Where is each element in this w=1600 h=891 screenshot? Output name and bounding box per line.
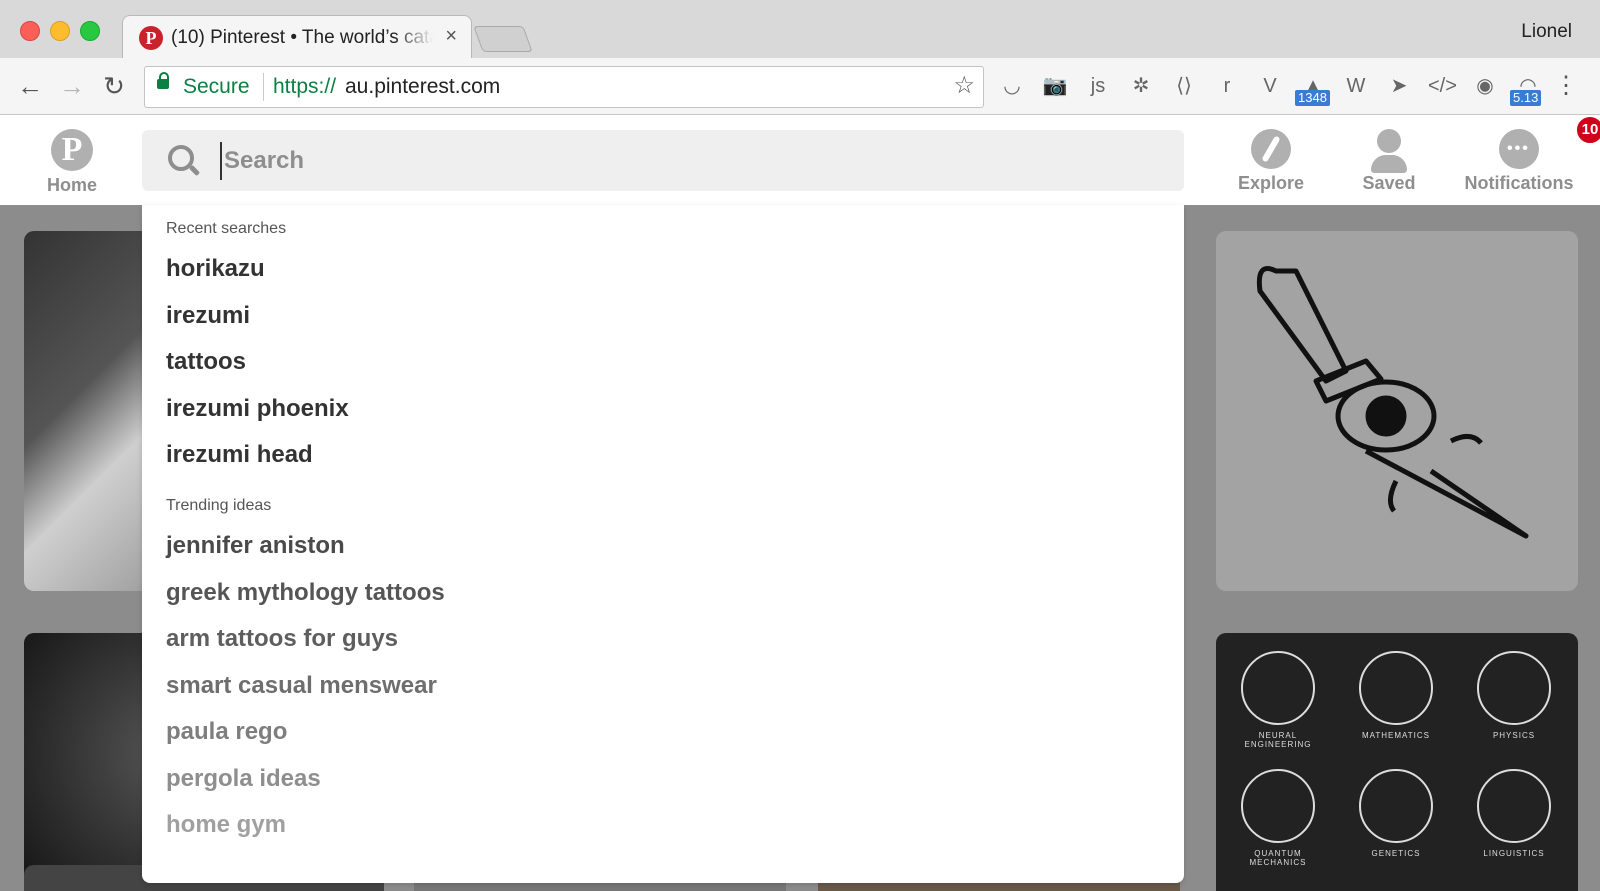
science-tile-label: NEURAL ENGINEERING xyxy=(1244,731,1312,749)
pin-science-icons-image[interactable]: NEURAL ENGINEERING MATHEMATICS PHYSICS Q… xyxy=(1216,633,1578,891)
trending-idea-item[interactable]: jennifer aniston xyxy=(166,532,345,560)
browser-menu-icon[interactable]: ⋮ xyxy=(1554,72,1578,100)
recent-search-item[interactable]: irezumi xyxy=(166,302,250,330)
code-doc-icon[interactable]: ⟨⟩ xyxy=(1170,72,1198,100)
saved-nav-button[interactable]: Saved xyxy=(1346,129,1432,194)
pocket-icon[interactable]: ◡ xyxy=(998,72,1026,100)
science-tile: QUANTUM MECHANICS xyxy=(1226,769,1330,867)
recent-search-item[interactable]: horikazu xyxy=(166,255,265,283)
recent-search-item[interactable]: irezumi head xyxy=(166,441,313,469)
speed-extension-icon[interactable]: ◠ 5.13 xyxy=(1510,72,1542,106)
science-tile: PHYSICS xyxy=(1462,651,1566,740)
recent-search-item[interactable]: irezumi phoenix xyxy=(166,395,349,423)
address-bar[interactable]: Secure https:// au.pinterest.com ☆ xyxy=(144,66,984,108)
v-extension-icon[interactable]: V xyxy=(1256,72,1284,100)
search-bar[interactable] xyxy=(142,130,1184,191)
code-extension-icon[interactable]: </> xyxy=(1428,72,1457,100)
science-tile: GENETICS xyxy=(1344,769,1448,858)
js-extension-icon[interactable]: js xyxy=(1084,72,1112,100)
pinterest-logo-icon: P xyxy=(51,129,93,171)
science-tile-label: GENETICS xyxy=(1371,849,1421,858)
pinterest-favicon-icon: P xyxy=(139,26,163,50)
explore-nav-button[interactable]: Explore xyxy=(1222,129,1320,194)
trending-idea-item[interactable]: pergola ideas xyxy=(166,765,321,793)
extension-badge: 5.13 xyxy=(1510,90,1542,106)
reload-icon[interactable]: ↻ xyxy=(98,70,130,102)
home-nav-button[interactable]: P Home xyxy=(44,129,100,196)
counter-extension-icon[interactable]: ▲ 1348 xyxy=(1295,72,1330,106)
notification-count-badge: 10 xyxy=(1575,115,1600,145)
trending-idea-item[interactable]: home gym xyxy=(166,811,286,839)
shield-extension-icon[interactable]: ◉ xyxy=(1471,72,1499,100)
search-input[interactable] xyxy=(220,142,1166,180)
lock-icon xyxy=(157,72,169,89)
new-tab-button[interactable] xyxy=(473,26,533,52)
science-tile: NEURAL ENGINEERING xyxy=(1226,651,1330,749)
profile-name[interactable]: Lionel xyxy=(1521,21,1572,43)
tab-close-icon[interactable]: × xyxy=(445,25,457,48)
back-arrow-icon[interactable]: ← xyxy=(14,70,46,102)
window-close-button[interactable] xyxy=(20,21,40,41)
search-icon xyxy=(168,145,194,171)
w-extension-icon[interactable]: W xyxy=(1342,72,1370,100)
browser-tab-pinterest[interactable]: P (10) Pinterest • The world’s catalogue… xyxy=(122,15,472,60)
forward-arrow-icon[interactable]: → xyxy=(56,70,88,102)
gear-extension-icon[interactable]: ✲ xyxy=(1127,72,1155,100)
notifications-nav-button[interactable]: ••• 10 Notifications xyxy=(1454,115,1600,194)
bookmark-star-icon[interactable]: ☆ xyxy=(953,71,975,100)
trending-idea-item[interactable]: arm tattoos for guys xyxy=(166,625,398,653)
r-extension-icon[interactable]: r xyxy=(1213,72,1241,100)
tab-title: (10) Pinterest • The world’s catalogue o… xyxy=(171,27,433,48)
camera-icon[interactable]: 📷 xyxy=(1041,72,1069,100)
explore-label: Explore xyxy=(1237,173,1305,193)
window-maximize-button[interactable] xyxy=(80,21,100,41)
compass-icon xyxy=(1251,129,1291,169)
science-tile-label: QUANTUM MECHANICS xyxy=(1249,849,1307,867)
science-tile: MATHEMATICS xyxy=(1344,651,1448,740)
saved-label: Saved xyxy=(1362,173,1416,193)
chat-bubble-icon: ••• 10 xyxy=(1499,115,1600,169)
notifications-label: Notifications xyxy=(1464,173,1574,193)
secure-label: Secure xyxy=(183,75,250,98)
science-tile-label: LINGUISTICS xyxy=(1483,849,1545,858)
trending-idea-item[interactable]: paula rego xyxy=(166,718,287,746)
url-host: au.pinterest.com xyxy=(345,75,501,98)
trending-idea-item[interactable]: smart casual menswear xyxy=(166,672,437,700)
arrow-extension-icon[interactable]: ➤ xyxy=(1385,72,1413,100)
pin-dagger-eye-tattoo-image[interactable] xyxy=(1216,231,1578,591)
trending-idea-item[interactable]: greek mythology tattoos xyxy=(166,579,445,607)
home-label: Home xyxy=(46,175,97,195)
search-suggestions-dropdown: Recent searches Trending ideas horikazu i… xyxy=(142,205,1184,883)
extension-badge: 1348 xyxy=(1295,90,1330,106)
user-avatar-icon xyxy=(1346,129,1432,173)
recent-searches-heading: Recent searches xyxy=(166,220,287,237)
browser-toolbar: ← → ↻ Secure https:// au.pinterest.com ☆… xyxy=(0,58,1600,115)
browser-title-bar: P (10) Pinterest • The world’s catalogue… xyxy=(0,0,1600,60)
trending-ideas-heading: Trending ideas xyxy=(166,497,272,514)
url-scheme: https:// xyxy=(273,75,337,98)
science-tile-label: MATHEMATICS xyxy=(1361,731,1431,740)
science-tile: LINGUISTICS xyxy=(1462,769,1566,858)
science-tile-label: PHYSICS xyxy=(1492,731,1536,740)
window-minimize-button[interactable] xyxy=(50,21,70,41)
url-divider xyxy=(263,73,264,101)
recent-search-item[interactable]: tattoos xyxy=(166,348,246,376)
